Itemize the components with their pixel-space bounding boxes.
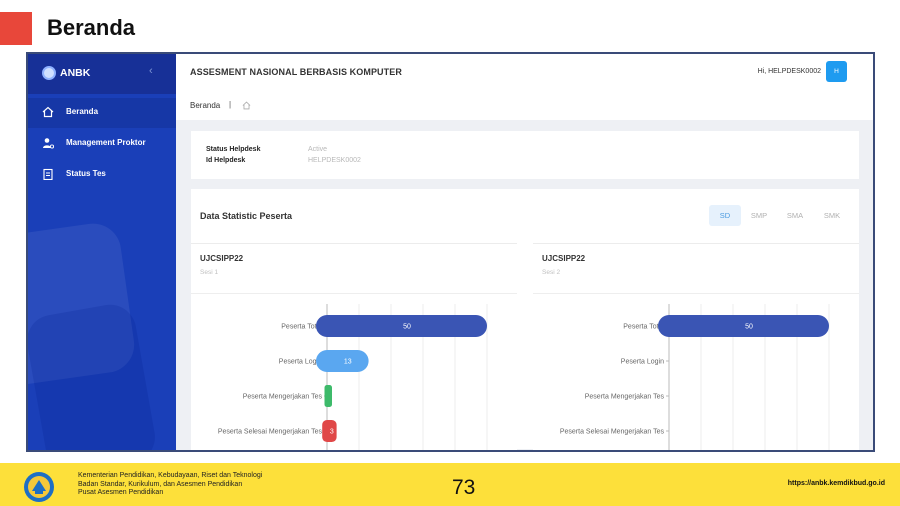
helpdesk-id-value: HELPDESK0002 — [308, 157, 361, 164]
session-panel: UJCSIPP22 Sesi 2 Peserta Total 50 Peserta … — [533, 243, 859, 450]
status-label: Status Helpdesk — [206, 146, 261, 153]
data-bar — [658, 315, 829, 337]
category-label: Peserta Mengerjakan Tes — [585, 394, 665, 401]
data-label: 50 — [745, 324, 753, 331]
breadcrumb-separator: | — [229, 100, 232, 109]
app-screenshot: ANBK ‹ Beranda Management Proktor Status… — [26, 52, 875, 452]
category-label: Peserta Selesai Mengerjakan Tes — [218, 429, 323, 436]
site-url: https://anbk.kemdikbud.go.id — [787, 480, 885, 487]
app-topbar: ASSESMENT NASIONAL BERBASIS KOMPUTER Hi,… — [176, 54, 873, 91]
category-label: Peserta Login — [621, 359, 664, 366]
user-greeting: Hi, HELPDESK0002 — [757, 68, 821, 75]
tut-wuri-handayani-logo-icon — [24, 472, 54, 502]
participant-bar-chart: Peserta Total 50Peserta Login 13Peserta Me… — [218, 304, 488, 450]
slide-footer: Kementerian Pendidikan, Kebudayaan, Rise… — [0, 463, 900, 506]
session-panel: UJCSIPP22 Sesi 1 Peserta Total 50 Peserta … — [191, 243, 517, 450]
sidebar-item-label: Beranda — [66, 107, 99, 116]
sidebar-item-status-tes[interactable]: Status Tes — [28, 160, 176, 190]
anbk-logo-icon — [42, 66, 56, 80]
tab-smk[interactable]: SMK — [816, 205, 848, 226]
session-label: Sesi 1 — [200, 269, 219, 276]
data-bar-base — [327, 385, 330, 407]
data-bar — [316, 350, 369, 372]
exam-code: UJCSIPP22 — [542, 254, 586, 263]
helpdesk-status-card: Status Helpdesk Active Id Helpdesk HELPD… — [191, 131, 859, 179]
slide-title: Beranda — [47, 15, 136, 40]
page-number: 73 — [452, 476, 476, 499]
data-label: 13 — [344, 359, 352, 366]
ministry-line: Badan Standar, Kurikulum, dan Asesmen Pe… — [78, 480, 243, 488]
user-avatar-button[interactable]: H — [826, 61, 847, 82]
home-icon[interactable] — [242, 101, 251, 110]
statistics-title: Data Statistic Peserta — [200, 211, 293, 221]
sidebar-item-label: Status Tes — [66, 169, 106, 178]
category-label: Peserta Login — [279, 359, 322, 366]
sidebar-item-beranda[interactable]: Beranda — [28, 98, 176, 128]
slide: Beranda ANBK ‹ Beranda Management Prokto… — [0, 0, 900, 506]
ministry-line: Kementerian Pendidikan, Kebudayaan, Rise… — [78, 472, 263, 479]
sidebar-item-label: Management Proktor — [66, 138, 146, 147]
participant-bar-chart: Peserta Total 50Peserta LoginPeserta Meng… — [560, 304, 830, 450]
user-gear-icon — [43, 138, 54, 149]
tab-sma[interactable]: SMA — [779, 205, 811, 226]
data-bar-base — [327, 315, 338, 337]
accent-square — [0, 12, 32, 45]
app-title: ASSESMENT NASIONAL BERBASIS KOMPUTER — [190, 67, 402, 77]
category-label: Peserta Mengerjakan Tes — [243, 394, 323, 401]
sidebar-collapse-button[interactable]: ‹ — [149, 65, 153, 77]
sidebar-decoration — [28, 300, 160, 450]
helpdesk-id-label: Id Helpdesk — [206, 157, 246, 164]
tab-sd[interactable]: SD — [709, 205, 741, 226]
home-icon — [42, 106, 54, 118]
data-bar-base — [327, 350, 338, 372]
exam-code: UJCSIPP22 — [200, 254, 244, 263]
session-label: Sesi 2 — [542, 269, 561, 276]
brand-name: ANBK — [60, 67, 91, 79]
data-label: 3 — [330, 429, 334, 436]
data-bar-base — [669, 315, 680, 337]
status-value: Active — [308, 146, 328, 153]
data-label: 50 — [403, 324, 411, 331]
sidebar: ANBK ‹ Beranda Management Proktor Status… — [28, 54, 176, 450]
statistics-card: Data Statistic Peserta SD SMP SMA SMK UJ… — [191, 189, 859, 450]
breadcrumb-item[interactable]: Beranda — [190, 101, 220, 110]
ministry-line: Pusat Asesmen Pendidikan — [78, 489, 164, 497]
category-label: Peserta Selesai Mengerjakan Tes — [560, 429, 665, 436]
session-panel-header: UJCSIPP22 Sesi 2 — [533, 244, 859, 294]
breadcrumb: Beranda | — [176, 91, 873, 120]
tab-smp[interactable]: SMP — [743, 205, 775, 226]
sidebar-brand: ANBK ‹ — [28, 54, 176, 94]
sidebar-item-management-proktor[interactable]: Management Proktor — [28, 129, 176, 159]
session-panel-header: UJCSIPP22 Sesi 1 — [191, 244, 517, 294]
ministry-text: Kementerian Pendidikan, Kebudayaan, Rise… — [78, 472, 262, 498]
clipboard-icon — [43, 168, 53, 180]
data-bar — [316, 315, 487, 337]
